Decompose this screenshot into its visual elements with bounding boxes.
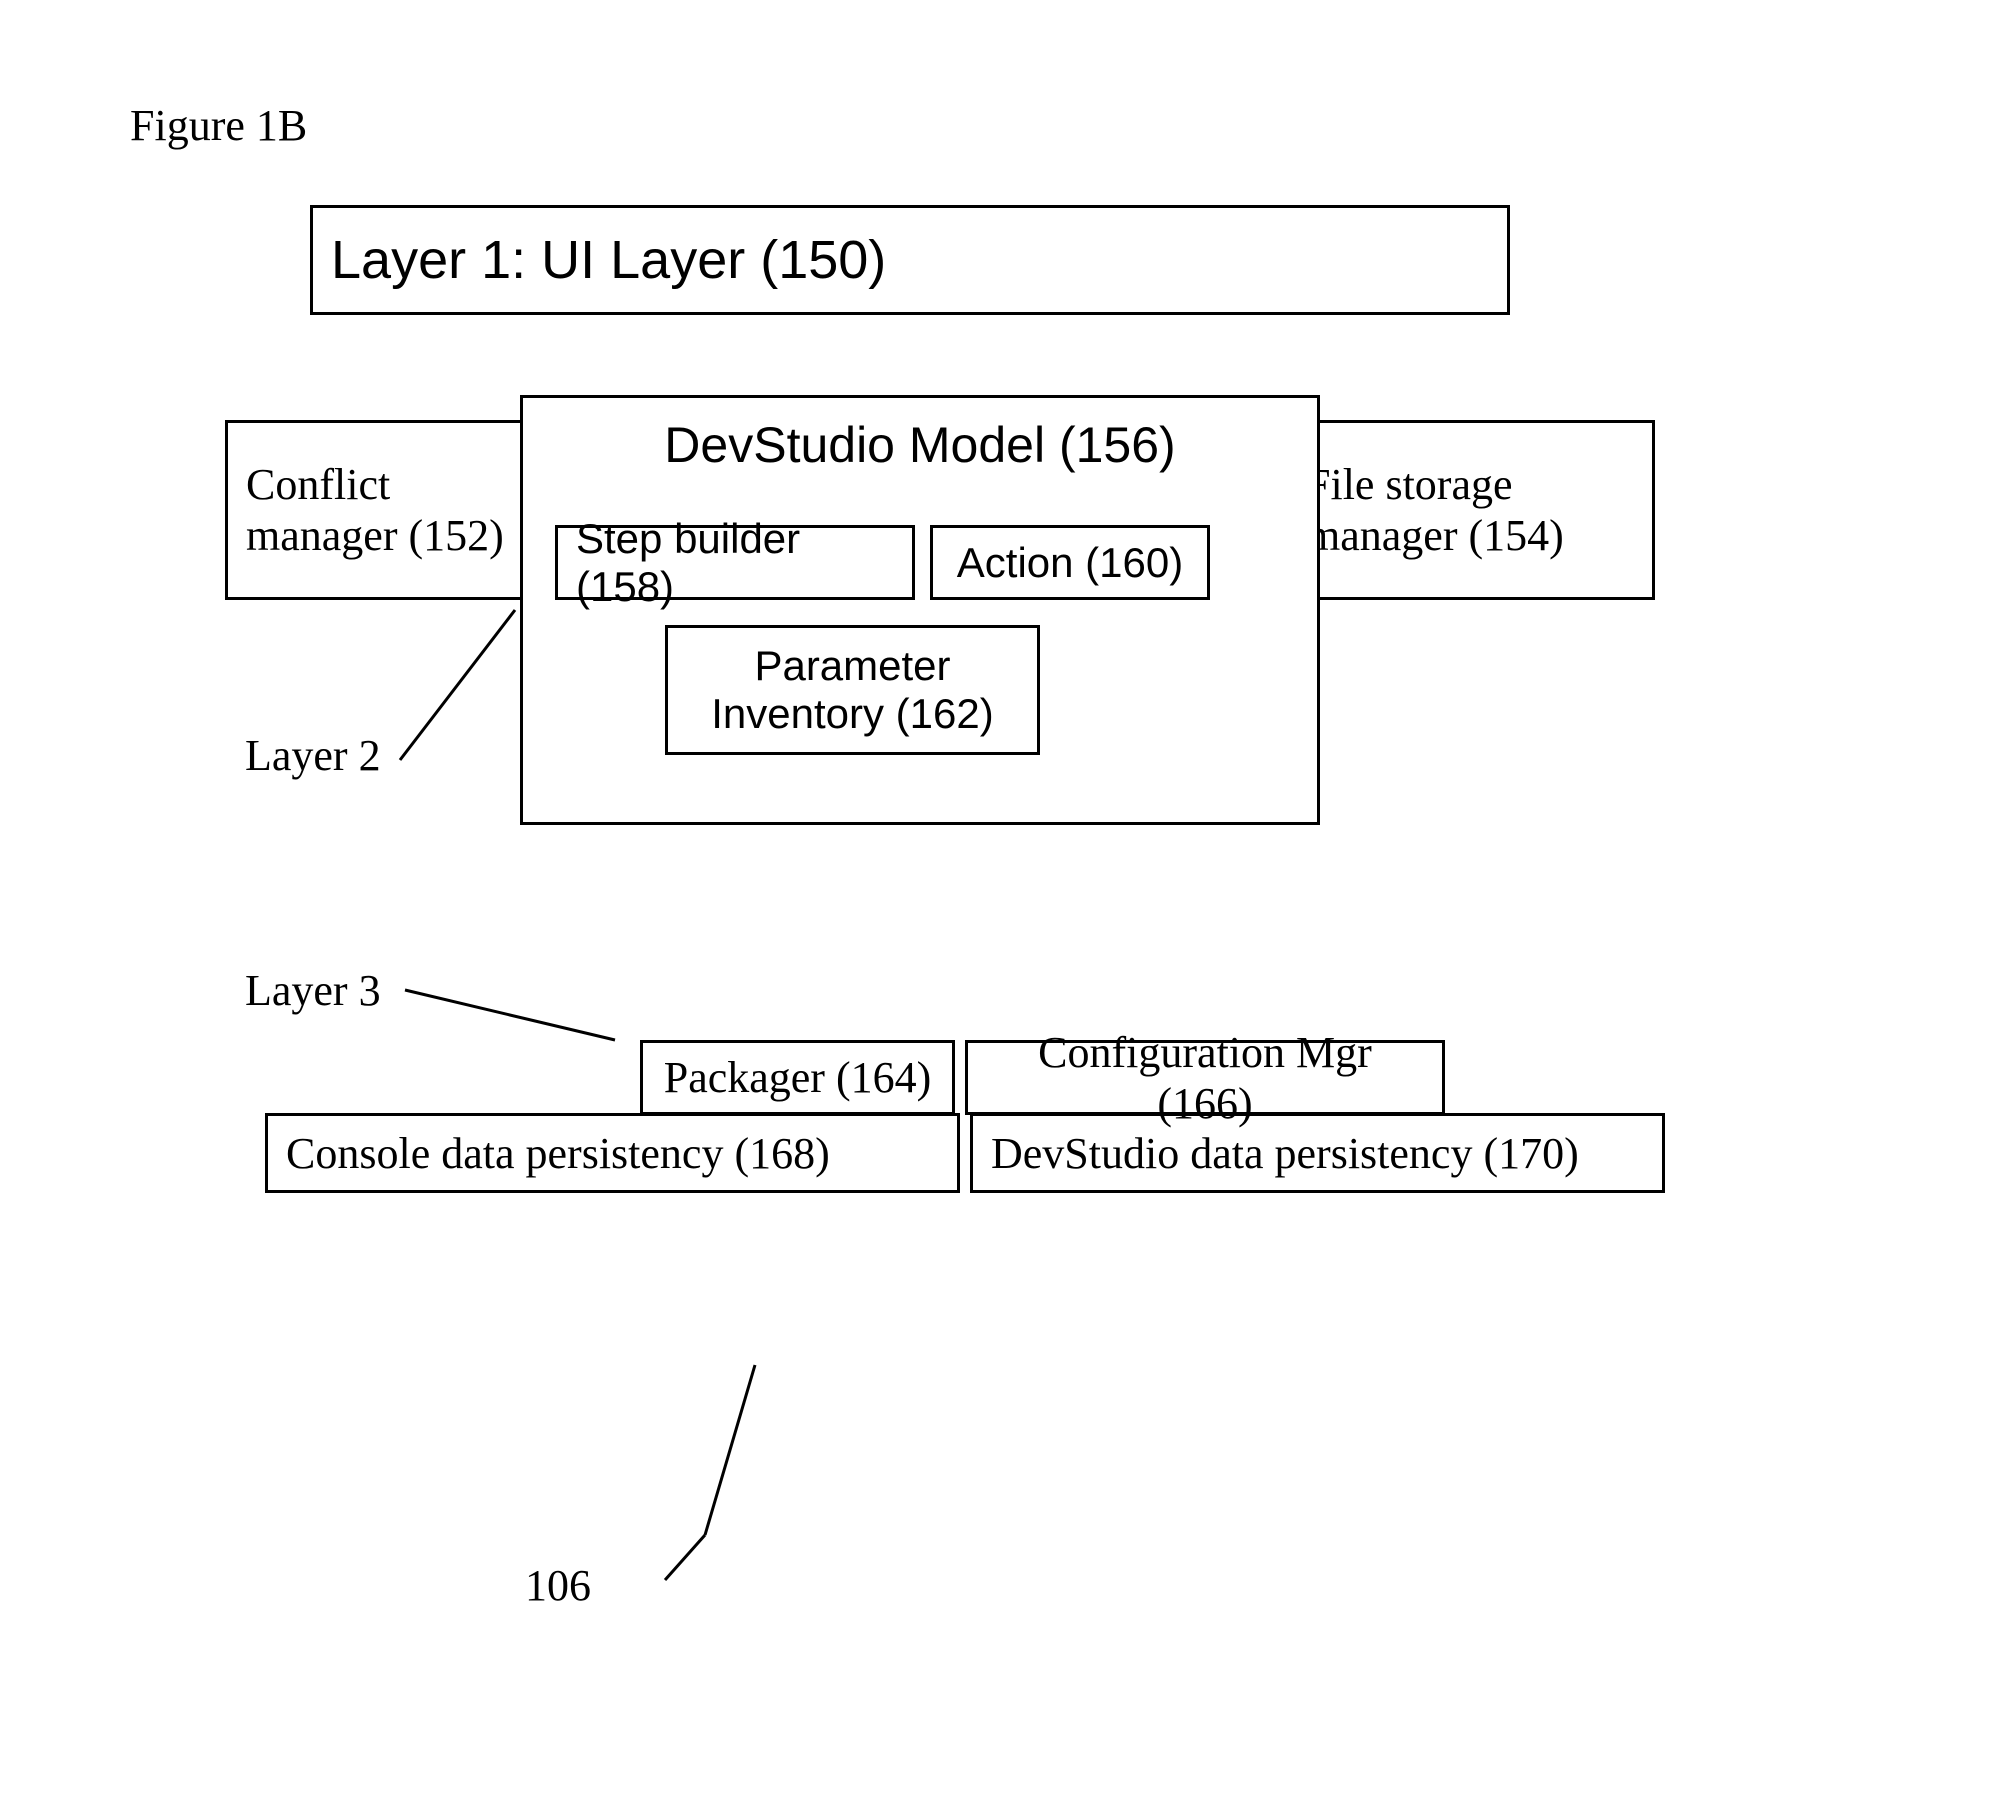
devstudio-data-persistency-label: DevStudio data persistency (170) bbox=[991, 1128, 1579, 1179]
layer-1-box: Layer 1: UI Layer (150) bbox=[310, 205, 1510, 315]
configuration-mgr-box: Configuration Mgr (166) bbox=[965, 1040, 1445, 1115]
configuration-mgr-label: Configuration Mgr (166) bbox=[986, 1027, 1424, 1129]
packager-label: Packager (164) bbox=[664, 1052, 932, 1103]
conflict-manager-label: Conflict manager (152) bbox=[246, 459, 504, 561]
step-builder-label: Step builder (158) bbox=[576, 515, 894, 611]
file-storage-manager-box: File storage manager (154) bbox=[1285, 420, 1655, 600]
packager-box: Packager (164) bbox=[640, 1040, 955, 1115]
console-data-persistency-label: Console data persistency (168) bbox=[286, 1128, 830, 1179]
layer-2-label: Layer 2 bbox=[245, 730, 381, 781]
file-storage-manager-label: File storage manager (154) bbox=[1306, 459, 1564, 561]
figure-title: Figure 1B bbox=[130, 100, 307, 151]
ref-106-connector bbox=[665, 1365, 765, 1590]
parameter-inventory-label: Parameter Inventory (162) bbox=[711, 642, 993, 738]
devstudio-model-label: DevStudio Model (156) bbox=[664, 416, 1175, 474]
layer-2-connector bbox=[400, 610, 530, 770]
layer-3-connector bbox=[405, 990, 635, 1050]
layer-1-label: Layer 1: UI Layer (150) bbox=[331, 229, 886, 291]
console-data-persistency-box: Console data persistency (168) bbox=[265, 1113, 960, 1193]
ref-number-106: 106 bbox=[525, 1560, 591, 1611]
step-builder-box: Step builder (158) bbox=[555, 525, 915, 600]
parameter-inventory-box: Parameter Inventory (162) bbox=[665, 625, 1040, 755]
layer-3-label: Layer 3 bbox=[245, 965, 381, 1016]
action-box: Action (160) bbox=[930, 525, 1210, 600]
action-label: Action (160) bbox=[957, 539, 1183, 587]
